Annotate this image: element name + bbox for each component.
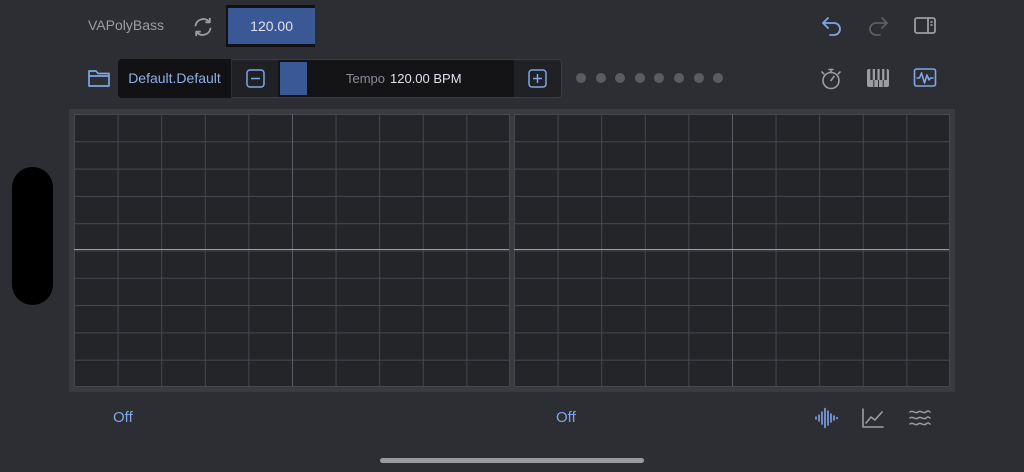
scope-center-line xyxy=(292,114,293,386)
left-status-toggle[interactable]: Off xyxy=(113,409,133,426)
page-dot[interactable] xyxy=(713,73,724,83)
refresh-icon[interactable] xyxy=(191,15,215,39)
metronome-icon[interactable] xyxy=(819,67,843,91)
piano-keyboard-icon[interactable] xyxy=(866,68,890,88)
page-dot[interactable] xyxy=(595,73,606,83)
page-indicator[interactable] xyxy=(576,73,724,83)
scope-left-channel xyxy=(74,114,510,387)
page-dot[interactable] xyxy=(673,73,684,83)
page-dot[interactable] xyxy=(615,73,626,83)
tempo-value: 120.00 BPM xyxy=(390,71,462,86)
preset-title: VAPolyBass xyxy=(88,17,164,33)
undo-icon[interactable] xyxy=(820,15,844,37)
home-indicator[interactable] xyxy=(380,458,644,463)
redo-icon[interactable] xyxy=(866,15,890,37)
top-value-slider[interactable]: 120.00 xyxy=(226,5,315,47)
plus-icon[interactable] xyxy=(528,69,547,88)
tempo-label: Tempo xyxy=(346,71,386,86)
page-dot[interactable] xyxy=(693,73,704,83)
page-dot[interactable] xyxy=(576,73,586,83)
page-dot[interactable] xyxy=(654,73,665,83)
right-status-toggle[interactable]: Off xyxy=(556,409,576,426)
top-value-text: 120.00 xyxy=(250,18,293,34)
tempo-slider-fill xyxy=(280,62,307,95)
side-handle[interactable] xyxy=(12,167,53,305)
line-graph-icon[interactable] xyxy=(861,407,885,429)
scope-right-channel xyxy=(514,114,950,387)
sidebar-panel-icon[interactable] xyxy=(913,15,937,37)
minus-icon[interactable] xyxy=(246,69,265,88)
preset-name-button[interactable]: Default.Default xyxy=(118,59,231,98)
scope-right-trace xyxy=(514,249,949,250)
scope-left-trace xyxy=(74,249,509,250)
scope-center-line xyxy=(732,114,733,386)
waveform-monitor-icon[interactable] xyxy=(913,67,937,89)
wave-lines-icon[interactable] xyxy=(908,407,932,429)
page-dot[interactable] xyxy=(634,73,645,83)
folder-icon[interactable] xyxy=(87,67,111,89)
waveform-icon[interactable] xyxy=(814,407,838,429)
